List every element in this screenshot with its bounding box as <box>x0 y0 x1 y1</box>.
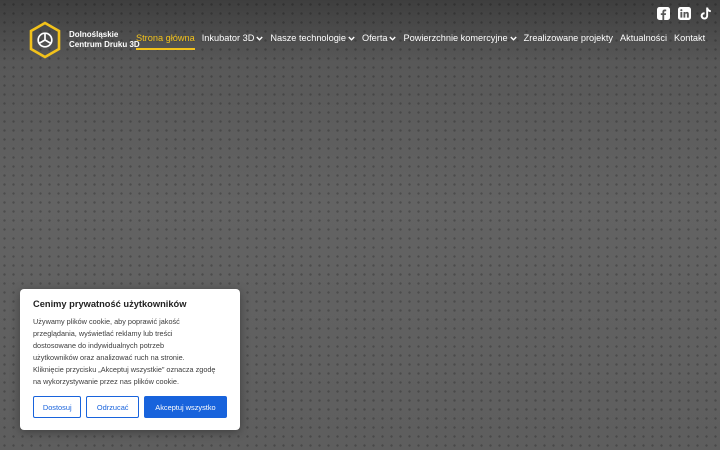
nav-label: Aktualności <box>620 33 668 43</box>
cookie-consent-dialog: Cenimy prywatność użytkowników Używamy p… <box>20 289 240 430</box>
cookie-text-line: przeglądania, wyświetlać reklamy lub tre… <box>33 329 173 338</box>
cookie-buttons: Dostosuj Odrzucać Akceptuj wszystko <box>33 396 228 418</box>
facebook-icon[interactable] <box>657 7 670 20</box>
nav-item-offer[interactable]: Oferta <box>362 33 397 43</box>
cookie-description: Używamy plików cookie, aby poprawić jako… <box>33 316 227 388</box>
nav-label: Inkubator 3D <box>201 33 255 43</box>
tiktok-icon[interactable] <box>699 7 712 20</box>
chevron-down-icon <box>348 36 355 41</box>
logo-line-2: Centrum Druku 3D <box>69 40 140 49</box>
cookie-text-line: Kliknięcie przycisku „Akceptuj wszystkie… <box>33 365 216 374</box>
nav-label: Powierzchnie komercyjne <box>403 33 508 43</box>
chevron-down-icon <box>389 36 397 41</box>
linkedin-icon[interactable] <box>678 7 691 20</box>
accept-all-button[interactable]: Akceptuj wszystko <box>143 396 228 418</box>
reject-button[interactable]: Odrzucać <box>86 396 139 418</box>
nav-item-technologies[interactable]: Nasze technologie <box>270 33 355 43</box>
nav-item-home[interactable]: Strona główna <box>136 33 195 50</box>
cookie-title: Cenimy prywatność użytkowników <box>33 299 187 309</box>
chevron-down-icon <box>256 36 264 41</box>
nav-item-commercial-spaces[interactable]: Powierzchnie komercyjne <box>403 33 517 43</box>
nav-item-news[interactable]: Aktualności <box>620 33 667 43</box>
logo-text: Dolnośląskie Centrum Druku 3D <box>69 30 140 50</box>
cookie-text-line: na wykorzystywanie przez nas plików cook… <box>33 377 179 386</box>
logo-line-1: Dolnośląskie <box>69 30 119 39</box>
nav-label: Oferta <box>361 33 388 43</box>
nav-label: Zrealizowane projekty <box>523 33 614 43</box>
main-nav: Strona główna Inkubator 3D Nasze technol… <box>136 33 705 50</box>
cookie-text-line: użytkowników oraz analizować ruch na str… <box>33 353 185 362</box>
nav-item-incubator[interactable]: Inkubator 3D <box>202 33 264 43</box>
nav-item-projects[interactable]: Zrealizowane projekty <box>524 33 613 43</box>
nav-label: Nasze technologie <box>270 33 346 43</box>
customize-button[interactable]: Dostosuj <box>33 396 82 418</box>
nav-label: Kontakt <box>674 33 706 43</box>
cookie-text-line: Używamy plików cookie, aby poprawić jako… <box>33 317 180 326</box>
nav-label: Strona główna <box>136 33 195 43</box>
chevron-down-icon <box>509 36 517 41</box>
cookie-text-line: dostosowane do indywidualnych potrzeb <box>33 341 165 350</box>
cube-logo-icon <box>29 21 61 59</box>
nav-item-contact[interactable]: Kontakt <box>674 33 705 43</box>
social-links <box>657 7 712 20</box>
site-logo[interactable]: Dolnośląskie Centrum Druku 3D <box>28 21 140 59</box>
